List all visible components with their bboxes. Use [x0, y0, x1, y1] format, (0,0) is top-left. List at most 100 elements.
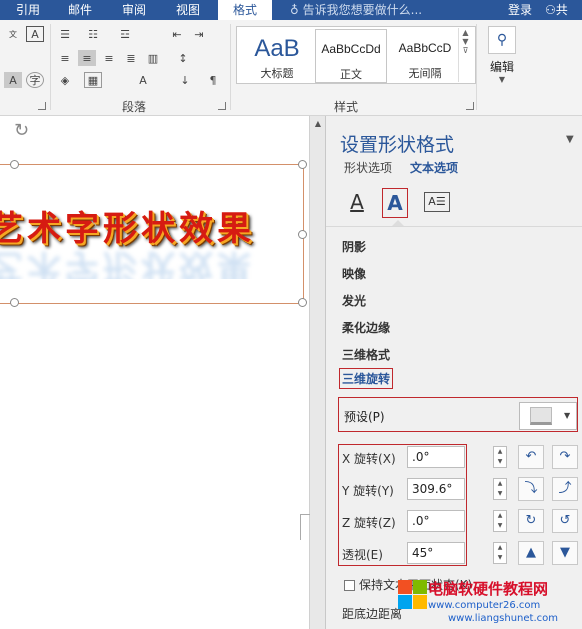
tab-review[interactable]: 审阅	[112, 0, 156, 20]
tab-format[interactable]: 格式	[218, 0, 272, 20]
watermark-title: 电脑软硬件教程网	[428, 580, 549, 598]
lightbulb-icon: ♁	[290, 3, 299, 17]
resize-handle[interactable]	[10, 298, 19, 307]
style-heading[interactable]: AaB 大标题	[241, 29, 313, 83]
distributed-icon[interactable]: ▥	[144, 50, 162, 66]
wordart-reflection: 艺术字形状效果	[0, 246, 255, 279]
resize-handle[interactable]	[298, 230, 307, 239]
enclose-characters-icon[interactable]: 字	[26, 72, 44, 88]
tab-mailings[interactable]: 邮件	[58, 0, 102, 20]
x-rotation-label: X 旋转(X)	[342, 452, 396, 466]
z-rotate-cw-icon[interactable]: ↻	[518, 509, 544, 533]
share-button[interactable]: ⚇共	[545, 0, 568, 20]
align-right-icon[interactable]: ≡	[100, 50, 118, 66]
style-no-spacing[interactable]: AaBbCcD 无间隔	[389, 29, 461, 83]
resize-handle[interactable]	[298, 160, 307, 169]
tab-view[interactable]: 视图	[166, 0, 210, 20]
pane-divider	[326, 226, 582, 227]
x-rotation-spinner[interactable]: ▲ ▼	[493, 446, 507, 468]
character-border-icon[interactable]: A	[26, 26, 44, 42]
styles-gallery-scroll[interactable]: ▲ ▼ ⊽	[458, 28, 472, 82]
person-icon: ⚇	[545, 3, 556, 17]
tab-shape-options[interactable]: 形状选项	[344, 159, 392, 176]
y-rotation-input[interactable]: 309.6°	[407, 478, 465, 500]
wordart-shape[interactable]: 艺术字形状效果 艺术字形状效果	[0, 160, 307, 307]
distance-from-ground-label: 距底边距离	[342, 607, 403, 621]
section-soft-edges[interactable]: 柔化边缘	[342, 319, 390, 336]
style-sample: AaBbCcD	[398, 41, 452, 55]
chevron-down-icon: ▼	[498, 75, 506, 84]
preset-dropdown[interactable]: ▼	[519, 402, 577, 430]
perspective-increase-icon[interactable]: ▲	[518, 541, 544, 565]
styles-gallery: AaB 大标题 AaBbCcDd 正文 AaBbCcD 无间隔	[236, 26, 476, 84]
x-rotation-input[interactable]: .0°	[407, 446, 465, 468]
editing-label: 编辑	[489, 60, 514, 74]
phonetic-guide-icon[interactable]: 文	[4, 26, 22, 42]
section-3d-format[interactable]: 三维格式	[342, 346, 390, 363]
character-shading-icon[interactable]: A	[4, 72, 22, 88]
sort-icon[interactable]: ↓	[176, 72, 194, 88]
numbering-icon[interactable]: ☷	[84, 26, 102, 42]
y-rotate-up-icon[interactable]: ⤴	[552, 477, 578, 501]
style-sample: AaBbCcDd	[321, 42, 381, 56]
login-link[interactable]: 登录	[508, 0, 532, 20]
perspective-input[interactable]: 45°	[407, 542, 465, 564]
show-marks-icon[interactable]: ¶	[204, 72, 222, 88]
x-rotate-left-icon[interactable]: ↶	[518, 445, 544, 469]
z-rotation-input[interactable]: .0°	[407, 510, 465, 532]
document-area: ↻ 艺术字形状效果 艺术字形状效果	[0, 116, 310, 629]
section-glow[interactable]: 发光	[342, 292, 366, 309]
group-separator	[50, 24, 51, 110]
align-left-icon[interactable]: ≡	[56, 50, 74, 66]
y-rotation-label: Y 旋转(Y)	[342, 484, 394, 498]
bullets-icon[interactable]: ☰	[56, 26, 74, 42]
format-shape-pane: 设置形状格式 ▼ 形状选项 文本选项 A A A☰ 阴影 映像 发光 柔化边缘 …	[326, 116, 582, 629]
shading-icon[interactable]: ◈	[56, 72, 74, 88]
justify-icon[interactable]: ≣	[122, 50, 140, 66]
style-normal[interactable]: AaBbCcDd 正文	[315, 29, 387, 83]
text-effects-icon[interactable]: A	[382, 188, 408, 218]
ribbon: 文 A A 字 ☰ ☷ ☲ ⇤ ⇥ ≡ ≡ ≡ ≣ ▥ ↕ ◈ ▦ A ↓ ¶ …	[0, 20, 582, 116]
tell-me-search[interactable]: ♁ 告诉我您想要做什么...	[290, 0, 422, 20]
resize-handle[interactable]	[10, 160, 19, 169]
y-rotate-down-icon[interactable]: ⤵	[518, 477, 544, 501]
paragraph-dialog-launcher[interactable]	[218, 102, 226, 110]
section-shadow[interactable]: 阴影	[342, 238, 366, 255]
text-fill-outline-icon[interactable]: A	[344, 188, 370, 218]
perspective-label: 透视(E)	[342, 548, 383, 562]
tell-me-text: 告诉我您想要做什么...	[302, 3, 423, 17]
keep-text-flat-checkbox[interactable]	[344, 580, 355, 591]
style-sample: AaB	[254, 35, 300, 62]
perspective-spinner[interactable]: ▲ ▼	[493, 542, 507, 564]
scroll-up-icon[interactable]: ▲	[312, 118, 324, 130]
rotate-handle-icon[interactable]: ↻	[14, 120, 36, 142]
styles-group-label: 样式	[334, 100, 359, 114]
pane-options-icon[interactable]: ▼	[566, 134, 574, 145]
document-scrollbar[interactable]: ▲	[310, 116, 326, 629]
preset-label: 预设(P)	[344, 410, 385, 424]
tab-text-options[interactable]: 文本选项	[410, 159, 458, 176]
x-rotate-right-icon[interactable]: ↷	[552, 445, 578, 469]
multilevel-list-icon[interactable]: ☲	[116, 26, 134, 42]
align-center-icon[interactable]: ≡	[78, 50, 96, 66]
borders-icon[interactable]: ▦	[84, 72, 102, 88]
asian-layout-icon[interactable]: A	[134, 72, 152, 88]
z-rotate-ccw-icon[interactable]: ↺	[552, 509, 578, 533]
preset-row: 预设(P) ▼	[338, 397, 578, 432]
site-watermark: 电脑软硬件教程网 www.computer26.com www.liangshu…	[398, 578, 580, 627]
font-dialog-launcher[interactable]	[38, 102, 46, 110]
increase-indent-icon[interactable]: ⇥	[190, 26, 208, 42]
z-rotation-spinner[interactable]: ▲ ▼	[493, 510, 507, 532]
resize-handle[interactable]	[298, 298, 307, 307]
tab-references[interactable]: 引用	[6, 0, 50, 20]
section-reflection[interactable]: 映像	[342, 265, 366, 282]
y-rotation-spinner[interactable]: ▲ ▼	[493, 478, 507, 500]
textbox-layout-icon[interactable]: A☰	[424, 192, 450, 212]
decrease-indent-icon[interactable]: ⇤	[168, 26, 186, 42]
styles-dialog-launcher[interactable]	[466, 102, 474, 110]
line-spacing-icon[interactable]: ↕	[174, 50, 192, 66]
section-3d-rotation[interactable]: 三维旋转	[339, 368, 394, 389]
perspective-decrease-icon[interactable]: ▼	[552, 541, 578, 565]
editing-button[interactable]: ⚲ 编辑 ▼	[482, 26, 522, 96]
search-icon: ⚲	[488, 26, 516, 54]
